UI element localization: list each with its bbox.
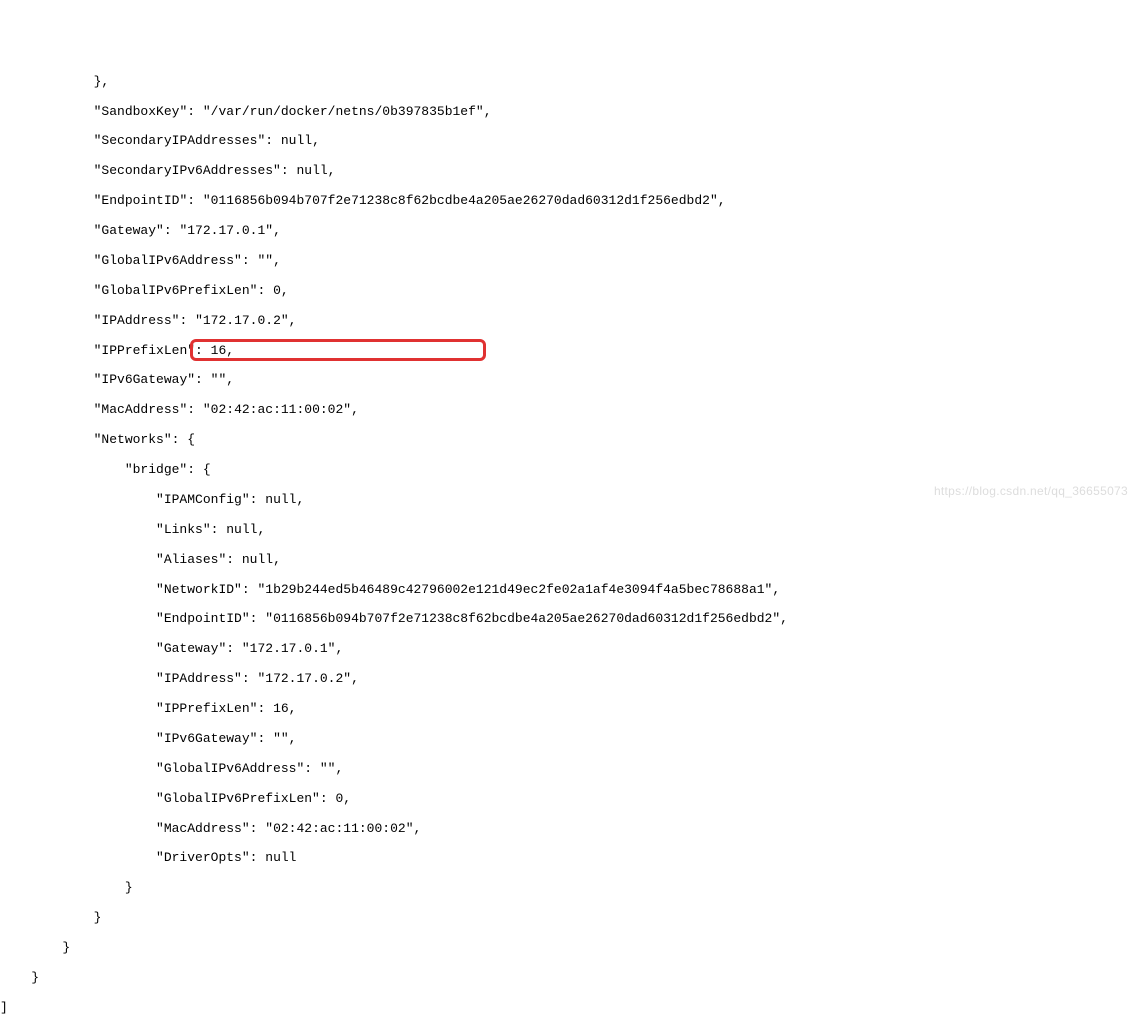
json-line: "SecondaryIPAddresses": null,	[0, 134, 1140, 149]
json-line: "GlobalIPv6Address": "",	[0, 762, 1140, 777]
json-line: "DriverOpts": null	[0, 851, 1140, 866]
json-line: "SandboxKey": "/var/run/docker/netns/0b3…	[0, 105, 1140, 120]
json-brace-close: }	[0, 941, 1140, 956]
json-brace-close: }	[0, 971, 1140, 986]
json-line: "IPPrefixLen": 16,	[0, 344, 1140, 359]
json-line: "IPPrefixLen": 16,	[0, 702, 1140, 717]
json-line: "IPAddress": "172.17.0.2",	[0, 314, 1140, 329]
json-bracket-close: ]	[0, 1001, 1140, 1016]
json-line: "EndpointID": "0116856b094b707f2e71238c8…	[0, 194, 1140, 209]
json-line: "MacAddress": "02:42:ac:11:00:02",	[0, 822, 1140, 837]
json-line: },	[0, 75, 1140, 90]
json-line: "IPv6Gateway": "",	[0, 732, 1140, 747]
json-line: "MacAddress": "02:42:ac:11:00:02",	[0, 403, 1140, 418]
json-line: "NetworkID": "1b29b244ed5b46489c42796002…	[0, 583, 1140, 598]
json-line: "Gateway": "172.17.0.1",	[0, 224, 1140, 239]
json-line: "bridge": {	[0, 463, 1140, 478]
json-line-highlighted: "IPAddress": "172.17.0.2",	[0, 672, 1140, 687]
json-line: "Aliases": null,	[0, 553, 1140, 568]
json-line: "GlobalIPv6PrefixLen": 0,	[0, 792, 1140, 807]
json-line: "Networks": {	[0, 433, 1140, 448]
terminal-output: }, "SandboxKey": "/var/run/docker/netns/…	[0, 60, 1140, 1022]
watermark-text: https://blog.csdn.net/qq_36655073	[934, 485, 1128, 499]
json-line: "EndpointID": "0116856b094b707f2e71238c8…	[0, 612, 1140, 627]
json-line: "GlobalIPv6PrefixLen": 0,	[0, 284, 1140, 299]
json-line: "IPv6Gateway": "",	[0, 373, 1140, 388]
json-brace-close: }	[0, 911, 1140, 926]
json-line: "GlobalIPv6Address": "",	[0, 254, 1140, 269]
json-line: "SecondaryIPv6Addresses": null,	[0, 164, 1140, 179]
json-brace-close: }	[0, 881, 1140, 896]
json-line: "Links": null,	[0, 523, 1140, 538]
json-line: "Gateway": "172.17.0.1",	[0, 642, 1140, 657]
